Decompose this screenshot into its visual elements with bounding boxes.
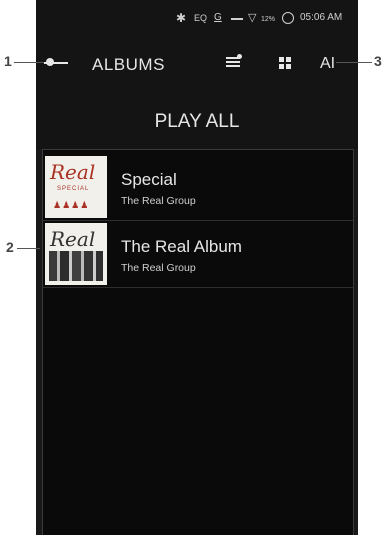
sort-button[interactable]: AI xyxy=(320,55,335,73)
album-title: The Real Album xyxy=(121,237,242,256)
status-bar: ✱ EQ G ▽ 12% 05:06 AM xyxy=(36,0,358,36)
album-title: Special xyxy=(121,170,177,189)
eq-indicator: EQ xyxy=(194,13,208,23)
grid-view-icon[interactable] xyxy=(279,57,291,69)
callout-line-3 xyxy=(336,62,372,63)
callout-2: 2 xyxy=(6,239,14,255)
play-all-button[interactable]: PLAY ALL xyxy=(36,94,358,149)
folder-view-icon[interactable] xyxy=(226,54,242,70)
wifi-icon: ▽ xyxy=(248,12,257,24)
album-cover: Real xyxy=(45,223,107,285)
callout-line-2 xyxy=(17,248,40,249)
album-artist: The Real Group xyxy=(121,195,196,207)
callout-line-1 xyxy=(14,62,44,63)
callout-1: 1 xyxy=(4,53,12,69)
top-bar: ALBUMS AI xyxy=(36,36,358,94)
page-title: ALBUMS xyxy=(92,55,165,74)
callout-3: 3 xyxy=(374,53,382,69)
album-cover: Real SPECIAL ♟♟♟♟ xyxy=(45,156,107,218)
bluetooth-icon: ✱ xyxy=(176,11,187,25)
line-out-icon xyxy=(231,18,243,20)
battery-percent: 12% xyxy=(261,16,276,23)
back-icon[interactable] xyxy=(44,52,70,74)
battery-icon xyxy=(282,12,294,24)
status-time: 05:06 AM xyxy=(300,12,343,23)
gain-indicator: G xyxy=(214,12,222,23)
list-item-the-real-album[interactable]: Real The Real Album The Real Group xyxy=(43,221,353,288)
device-screen: ✱ EQ G ▽ 12% 05:06 AM ALBUMS AI PLAY ALL… xyxy=(36,0,358,535)
album-artist: The Real Group xyxy=(121,262,196,274)
list-item-special[interactable]: Real SPECIAL ♟♟♟♟ Special The Real Group xyxy=(43,154,353,221)
album-list: Real SPECIAL ♟♟♟♟ Special The Real Group… xyxy=(42,149,354,535)
